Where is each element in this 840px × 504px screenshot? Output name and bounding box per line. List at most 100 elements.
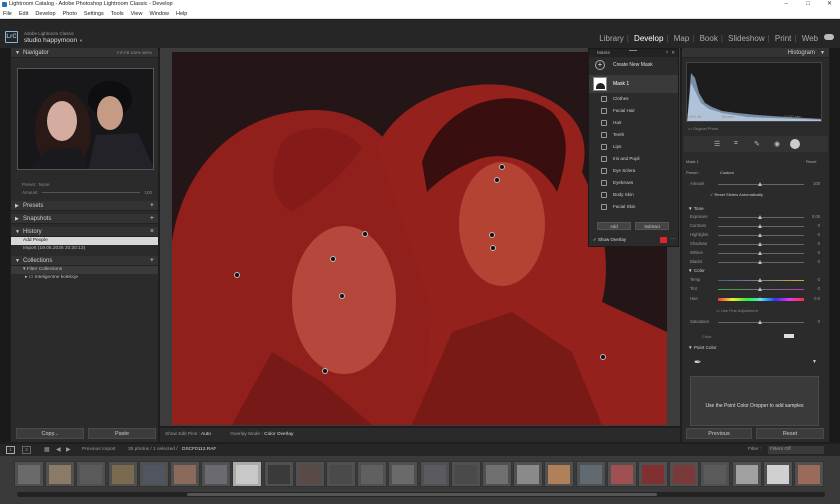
navigator-preview[interactable] bbox=[17, 68, 154, 170]
filmstrip-thumbnail[interactable] bbox=[263, 461, 294, 487]
filmstrip-thumbnail[interactable] bbox=[107, 461, 138, 487]
edit-pin[interactable] bbox=[339, 293, 345, 299]
menu-photo[interactable]: Photo bbox=[63, 11, 77, 17]
menu-settings[interactable]: Settings bbox=[84, 11, 104, 17]
mask-1-item[interactable]: Mask 1 bbox=[589, 75, 678, 93]
reset-button[interactable]: Reset bbox=[756, 428, 824, 439]
filmstrip-thumbnail[interactable] bbox=[232, 461, 263, 487]
page-2-button[interactable]: 2 bbox=[22, 446, 31, 454]
menu-edit[interactable]: Edit bbox=[19, 11, 28, 17]
scrollbar-thumb[interactable] bbox=[187, 493, 657, 496]
edit-pin[interactable] bbox=[362, 231, 368, 237]
left-panel-toggle[interactable] bbox=[0, 48, 10, 442]
edit-pin[interactable] bbox=[322, 368, 328, 374]
back-arrow-icon[interactable]: ◀ bbox=[56, 444, 61, 456]
filmstrip-thumbnail[interactable] bbox=[294, 461, 325, 487]
amount-slider[interactable] bbox=[42, 192, 140, 193]
mask-component[interactable]: Hair bbox=[589, 117, 678, 129]
filmstrip-thumbnail[interactable] bbox=[138, 461, 169, 487]
menu-view[interactable]: View bbox=[131, 11, 143, 17]
mask-component[interactable]: Eye Sclera bbox=[589, 165, 678, 177]
module-web[interactable]: Web bbox=[802, 34, 818, 43]
module-slideshow[interactable]: Slideshow bbox=[728, 34, 764, 43]
add-button[interactable]: Add bbox=[597, 222, 631, 230]
mask-amount-slider[interactable]: Amount 100 bbox=[690, 181, 820, 187]
menu-file[interactable]: File bbox=[3, 11, 12, 17]
clear-history-icon[interactable]: × bbox=[150, 227, 154, 237]
module-library[interactable]: Library bbox=[599, 34, 623, 43]
filmstrip-thumbnail[interactable] bbox=[201, 461, 232, 487]
masking-icon[interactable] bbox=[790, 139, 800, 149]
subtract-button[interactable]: Subtract bbox=[635, 222, 669, 230]
color-swatch[interactable] bbox=[784, 334, 794, 338]
tone-section[interactable]: ▼ Tone bbox=[688, 206, 704, 211]
identity-studio[interactable]: studio happymoon ▼ bbox=[24, 37, 83, 44]
filmstrip-thumbnail[interactable] bbox=[76, 461, 107, 487]
presets-header[interactable]: ▶ Presets + bbox=[11, 201, 158, 211]
tint-slider[interactable]: Tint 0 bbox=[690, 286, 820, 292]
filmstrip-thumbnail[interactable] bbox=[513, 461, 544, 487]
filter-select[interactable]: Filters Off bbox=[768, 446, 824, 454]
mask-component[interactable]: Facial Hair bbox=[589, 105, 678, 117]
filmstrip-thumbnail[interactable] bbox=[14, 461, 44, 487]
history-header[interactable]: ▼ History × bbox=[11, 227, 158, 237]
filmstrip-thumbnail[interactable] bbox=[45, 461, 76, 487]
forward-arrow-icon[interactable]: ▶ bbox=[66, 444, 71, 456]
source-label[interactable]: Previous Import bbox=[82, 444, 116, 456]
navigator-zoom[interactable]: FIT Fill 100% 300% bbox=[117, 48, 152, 58]
mask-component[interactable]: Body Skin bbox=[589, 189, 678, 201]
overlay-color-swatch[interactable] bbox=[660, 237, 667, 243]
close-icon[interactable]: ✕ bbox=[671, 49, 675, 57]
filmstrip-thumbnail[interactable] bbox=[606, 461, 637, 487]
previous-button[interactable]: Previous bbox=[686, 428, 752, 439]
filmstrip-thumbnail[interactable] bbox=[762, 461, 793, 487]
edit-pin[interactable] bbox=[499, 164, 505, 170]
overlay-mode-select[interactable]: Color Overlay bbox=[264, 432, 293, 437]
grid-icon[interactable]: ▦ bbox=[44, 444, 50, 456]
blacks-slider[interactable]: Blacks 0 bbox=[690, 259, 820, 265]
whites-slider[interactable]: Whites 0 bbox=[690, 250, 820, 256]
module-map[interactable]: Map bbox=[674, 34, 690, 43]
highlights-slider[interactable]: Highlights 0 bbox=[690, 232, 820, 238]
collection-item[interactable]: ▸ ▭ Inteligentne kolekcje bbox=[11, 274, 158, 282]
eyedropper-icon[interactable]: ✒ bbox=[694, 357, 702, 368]
filmstrip-thumbnail[interactable] bbox=[170, 461, 200, 487]
add-preset-icon[interactable]: + bbox=[150, 201, 154, 211]
filmstrip-thumbnail[interactable] bbox=[326, 461, 356, 487]
close-button[interactable]: ✕ bbox=[827, 0, 832, 9]
edit-pin[interactable] bbox=[490, 245, 496, 251]
mask-component[interactable]: Lips bbox=[589, 141, 678, 153]
collection-item[interactable]: ▾ Filter Collections bbox=[11, 266, 158, 274]
reset-sliders-checkbox[interactable]: ✓ Reset Sliders Automatically bbox=[710, 192, 763, 197]
maximize-button[interactable]: □ bbox=[806, 0, 810, 9]
red-eye-icon[interactable]: ◉ bbox=[774, 140, 780, 148]
copy-button[interactable]: Copy... bbox=[16, 428, 84, 439]
healing-icon[interactable]: ✎ bbox=[754, 140, 760, 148]
filmstrip-thumbnail[interactable] bbox=[388, 461, 419, 487]
filmstrip-thumbnail[interactable] bbox=[482, 461, 512, 487]
show-overlay-checkbox[interactable]: ✓ Show Overlay bbox=[593, 237, 626, 243]
mask-component[interactable]: Clothes bbox=[589, 93, 678, 105]
edit-tool-icon[interactable]: ☰ bbox=[714, 140, 720, 148]
edit-pin[interactable] bbox=[489, 232, 495, 238]
add-collection-icon[interactable]: + bbox=[150, 256, 154, 266]
filmstrip-thumbnail[interactable] bbox=[419, 461, 450, 487]
show-edit-pins-select[interactable]: Auto bbox=[201, 432, 211, 437]
exposure-slider[interactable]: Exposure 0.00 bbox=[690, 214, 820, 220]
fine-adjustment-checkbox[interactable]: ▭ Use Fine Adjustment bbox=[716, 308, 758, 313]
menu-help[interactable]: Help bbox=[176, 11, 187, 17]
panel-grip-icon[interactable] bbox=[629, 50, 637, 51]
history-item[interactable]: Import (19.05.2025 20:30:13) bbox=[11, 245, 158, 253]
crop-icon[interactable]: ⌗ bbox=[734, 140, 738, 148]
masks-header[interactable]: Masks? ✕ bbox=[589, 49, 678, 57]
amount-row[interactable]: Amount 100 bbox=[22, 190, 152, 195]
mask-preset-select[interactable]: Custom bbox=[720, 170, 734, 175]
filmstrip-thumbnail[interactable] bbox=[794, 461, 824, 487]
filmstrip-thumbnail[interactable] bbox=[731, 461, 762, 487]
help-icon[interactable]: ? bbox=[665, 49, 668, 57]
point-color-section[interactable]: ▼ Point Color bbox=[688, 345, 717, 350]
temp-slider[interactable]: Temp 0 bbox=[690, 277, 820, 283]
color-section[interactable]: ▼ Color bbox=[688, 268, 705, 273]
add-snapshot-icon[interactable]: + bbox=[150, 214, 154, 224]
original-photo-checkbox[interactable]: ▭ Original Photo bbox=[688, 126, 718, 131]
